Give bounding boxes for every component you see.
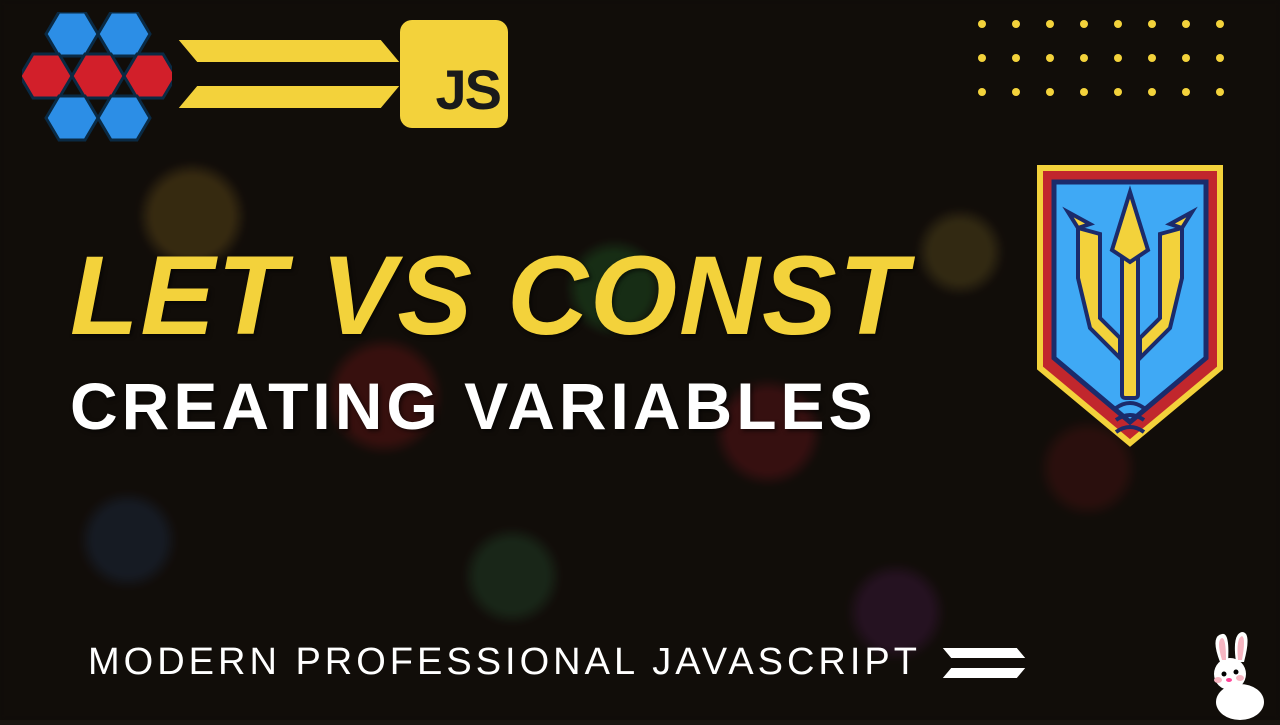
title-block: LET VS CONST CREATING VARIABLES xyxy=(70,240,909,444)
chevron-right-icon xyxy=(288,30,324,118)
title-sub: CREATING VARIABLES xyxy=(70,368,909,444)
chevrons-bottom xyxy=(947,643,1019,683)
bunny-icon xyxy=(1192,630,1272,720)
chevron-right-icon xyxy=(947,643,965,683)
js-badge-label: JS xyxy=(436,57,501,122)
title-main: LET VS CONST xyxy=(70,240,909,352)
chevron-right-icon xyxy=(338,30,374,118)
trident-shield-icon xyxy=(1020,158,1240,458)
chevron-right-icon xyxy=(238,30,274,118)
chevron-right-icon xyxy=(995,643,1013,683)
javascript-badge-icon: JS xyxy=(400,20,508,128)
chevrons-top xyxy=(188,30,388,118)
footer: MODERN PROFESSIONAL JAVASCRIPT xyxy=(88,641,1019,684)
chevron-right-icon xyxy=(188,30,224,118)
footer-text: MODERN PROFESSIONAL JAVASCRIPT xyxy=(88,641,921,684)
hex-cluster-icon xyxy=(22,12,172,142)
chevron-right-icon xyxy=(971,643,989,683)
dot-grid-icon xyxy=(978,20,1250,122)
